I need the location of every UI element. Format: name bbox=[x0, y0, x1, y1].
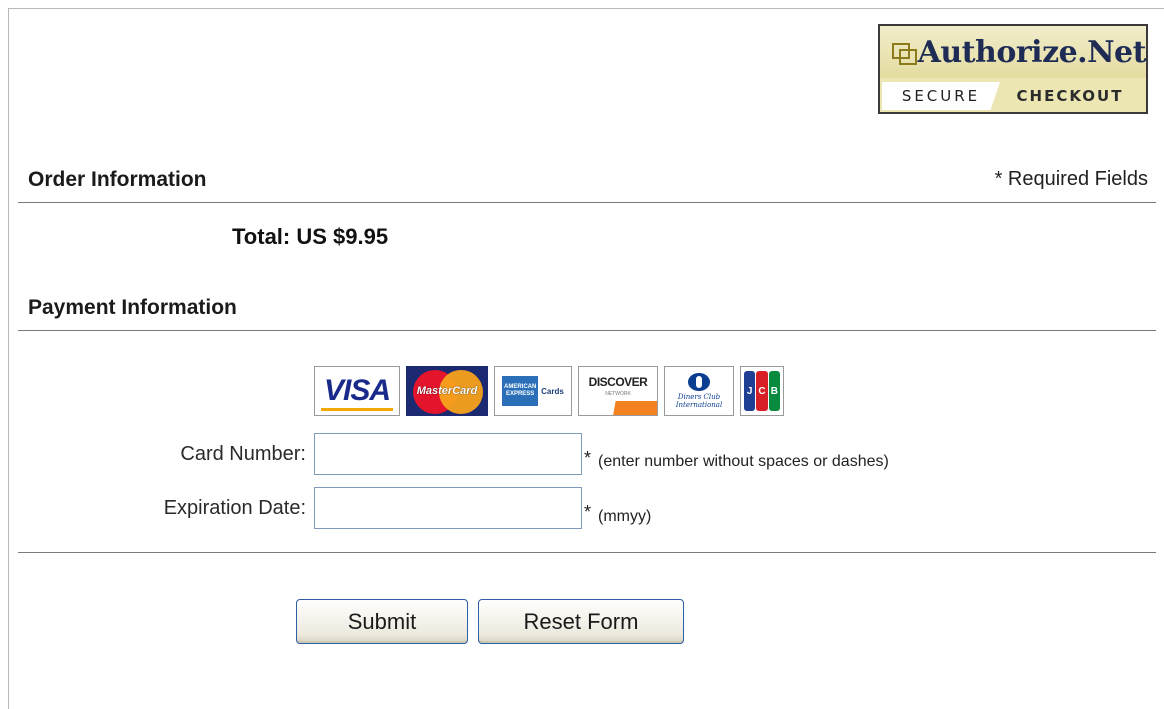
discover-logo-text: DISCOVER bbox=[588, 375, 648, 389]
order-information-heading: Order Information bbox=[28, 168, 207, 191]
expiration-date-label: Expiration Date: bbox=[163, 497, 306, 519]
order-total: Total: US $9.95 bbox=[232, 224, 389, 249]
seal-footer: SECURE CHECKOUT bbox=[880, 80, 1146, 112]
diners-club-logo-text: Diners Club International bbox=[675, 393, 723, 409]
card-number-input[interactable] bbox=[314, 433, 582, 475]
mastercard-logo-text: MasterCard bbox=[416, 385, 478, 397]
jcb-logo: J C B bbox=[740, 366, 784, 416]
payment-divider bbox=[18, 330, 1156, 331]
seal-header: Authorize.Net bbox=[880, 26, 1147, 78]
expiration-date-hint: (mmyy) bbox=[598, 508, 652, 525]
amex-logo-suffix: Cards bbox=[541, 386, 564, 396]
visa-logo: VISA bbox=[314, 366, 400, 416]
expiration-date-input[interactable] bbox=[314, 487, 582, 529]
seal-brand: Authorize.Net bbox=[917, 34, 1147, 70]
jcb-letter-j: J bbox=[744, 371, 756, 411]
amex-logo: AMERICAN EXPRESS Cards bbox=[494, 366, 572, 416]
order-divider bbox=[18, 202, 1156, 203]
expiration-date-required-marker: * bbox=[584, 502, 592, 522]
mastercard-logo: MasterCard bbox=[406, 366, 488, 416]
discover-logo-subtext: NETWORK bbox=[605, 391, 631, 397]
reset-form-button[interactable]: Reset Form bbox=[478, 599, 684, 644]
jcb-letter-b: B bbox=[768, 371, 780, 411]
accepted-cards: VISA MasterCard AMERICAN EXPRESS Cards D… bbox=[314, 366, 784, 416]
card-number-required-marker: * bbox=[584, 448, 592, 468]
discover-logo: DISCOVER NETWORK bbox=[578, 366, 658, 416]
submit-button[interactable]: Submit bbox=[296, 599, 468, 644]
seal-checkout-text: CHECKOUT bbox=[1016, 87, 1124, 105]
diners-club-logo: Diners Club International bbox=[664, 366, 734, 416]
diners-club-icon bbox=[688, 373, 710, 391]
visa-logo-text: VISA bbox=[323, 374, 391, 407]
amex-logo-box: AMERICAN EXPRESS bbox=[502, 376, 539, 406]
jcb-letter-c: C bbox=[756, 371, 768, 411]
authorize-net-seal[interactable]: Authorize.Net SECURE CHECKOUT bbox=[878, 24, 1148, 114]
required-fields-note: * Required Fields bbox=[994, 168, 1148, 190]
payment-information-heading: Payment Information bbox=[28, 296, 237, 319]
card-number-label: Card Number: bbox=[180, 443, 306, 465]
authorize-net-logo-icon bbox=[890, 41, 917, 65]
seal-secure-text: SECURE bbox=[882, 82, 1000, 110]
form-divider bbox=[18, 552, 1156, 553]
card-number-hint: (enter number without spaces or dashes) bbox=[598, 453, 889, 470]
